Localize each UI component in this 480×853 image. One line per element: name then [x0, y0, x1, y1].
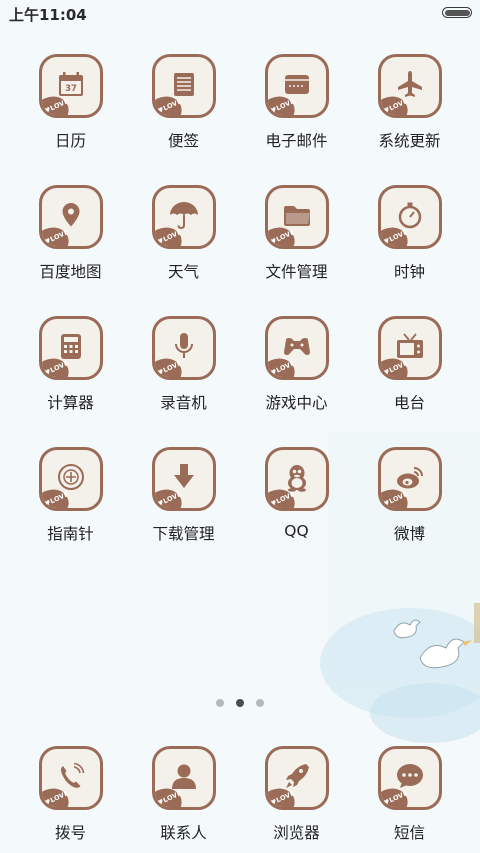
- radio-icon: [396, 333, 423, 358]
- weibo-icon: [396, 467, 423, 489]
- dock: ♥LOVE 拨号 ♥LOVE 联系人 ♥LOVE 浏览器 ♥LOVE 短信: [14, 742, 466, 843]
- calculator-icon: [60, 334, 81, 359]
- app-microphone[interactable]: ♥LOVE 录音机: [127, 312, 240, 443]
- status-bar: 上午11:04: [0, 0, 480, 28]
- app-radio[interactable]: ♥LOVE 电台: [353, 312, 466, 443]
- app-notes[interactable]: ♥LOVE 便签: [127, 50, 240, 181]
- app-label: 电台: [393, 394, 425, 412]
- page-dot[interactable]: [216, 699, 224, 707]
- app-label: 短信: [393, 824, 425, 842]
- app-weibo[interactable]: ♥LOVE 微博: [353, 443, 466, 574]
- app-icon-frame[interactable]: ♥LOVE: [38, 746, 103, 810]
- message-bubble-icon: [396, 764, 423, 788]
- status-time: 上午11:04: [9, 6, 87, 24]
- email-icon: [284, 75, 309, 94]
- battery-icon: [442, 7, 472, 18]
- app-label: 文件管理: [265, 263, 328, 281]
- notes-icon: [173, 73, 194, 96]
- folder-icon: [283, 206, 310, 226]
- gamepad-icon: [283, 338, 310, 355]
- app-icon-frame[interactable]: ♥LOVE: [151, 746, 216, 810]
- umbrella-icon: [169, 202, 198, 230]
- microphone-icon: [174, 333, 193, 358]
- app-icon-frame[interactable]: ♥LOVE: [264, 185, 329, 249]
- app-message-bubble[interactable]: ♥LOVE 短信: [353, 742, 466, 843]
- contact-icon: [171, 764, 196, 789]
- app-label: 拨号: [54, 824, 86, 842]
- app-contact[interactable]: ♥LOVE 联系人: [127, 742, 240, 843]
- page-dot[interactable]: [256, 699, 264, 707]
- phone-icon: [60, 762, 84, 788]
- app-icon-frame[interactable]: ♥LOVE: [151, 185, 216, 249]
- app-rocket[interactable]: ♥LOVE 浏览器: [240, 742, 353, 843]
- app-compass[interactable]: ♥LOVE 指南针: [14, 443, 127, 574]
- app-grid: 37 ♥LOVE 日历 ♥LOVE 便签 ♥LOVE 电子邮件 ♥LOVE 系统更新 ♥LOVE 百…: [14, 50, 466, 574]
- battery-fill: [444, 9, 470, 16]
- app-icon-frame[interactable]: ♥LOVE: [377, 316, 442, 380]
- page-dot-active[interactable]: [236, 699, 244, 707]
- app-label: 天气: [167, 263, 199, 281]
- app-calculator[interactable]: ♥LOVE 计算器: [14, 312, 127, 443]
- map-pin-icon: [62, 203, 79, 227]
- app-label: 电子邮件: [265, 132, 328, 150]
- app-stopwatch[interactable]: ♥LOVE 时钟: [353, 181, 466, 312]
- app-umbrella[interactable]: ♥LOVE 天气: [127, 181, 240, 312]
- app-airplane[interactable]: ♥LOVE 系统更新: [353, 50, 466, 181]
- svg-text:37: 37: [65, 84, 77, 94]
- app-label: 时钟: [393, 263, 425, 281]
- app-icon-frame[interactable]: ♥LOVE: [38, 447, 103, 511]
- app-icon-frame[interactable]: ♥LOVE: [151, 54, 216, 118]
- app-label: 计算器: [47, 394, 94, 412]
- app-icon-frame[interactable]: ♥LOVE: [264, 54, 329, 118]
- app-icon-frame[interactable]: ♥LOVE: [377, 185, 442, 249]
- app-icon-frame[interactable]: ♥LOVE: [151, 447, 216, 511]
- download-icon: [173, 464, 194, 488]
- app-icon-frame[interactable]: ♥LOVE: [38, 185, 103, 249]
- app-folder[interactable]: ♥LOVE 文件管理: [240, 181, 353, 312]
- app-icon-frame[interactable]: ♥LOVE: [264, 316, 329, 380]
- app-icon-frame[interactable]: ♥LOVE: [377, 54, 442, 118]
- app-qq-penguin[interactable]: ♥LOVE QQ: [240, 443, 353, 574]
- app-icon-frame[interactable]: ♥LOVE: [151, 316, 216, 380]
- rocket-icon: [285, 764, 309, 788]
- app-label: 指南针: [47, 525, 94, 543]
- app-label: 系统更新: [378, 132, 441, 150]
- app-email[interactable]: ♥LOVE 电子邮件: [240, 50, 353, 181]
- page-indicator: [0, 699, 480, 707]
- app-map-pin[interactable]: ♥LOVE 百度地图: [14, 181, 127, 312]
- app-gamepad[interactable]: ♥LOVE 游戏中心: [240, 312, 353, 443]
- app-label: QQ: [284, 522, 309, 540]
- app-label: 下载管理: [152, 525, 215, 543]
- airplane-icon: [397, 71, 422, 97]
- stopwatch-icon: [398, 202, 421, 229]
- app-icon-frame[interactable]: ♥LOVE: [264, 447, 329, 511]
- app-label: 日历: [54, 132, 86, 150]
- app-label: 联系人: [160, 824, 207, 842]
- app-label: 浏览器: [273, 824, 320, 842]
- app-icon-frame[interactable]: ♥LOVE: [377, 447, 442, 511]
- app-label: 微博: [393, 525, 425, 543]
- app-icon-frame[interactable]: ♥LOVE: [264, 746, 329, 810]
- app-icon-frame[interactable]: 37 ♥LOVE: [38, 54, 103, 118]
- app-label: 百度地图: [39, 263, 102, 281]
- app-icon-frame[interactable]: ♥LOVE: [377, 746, 442, 810]
- app-calendar[interactable]: 37 ♥LOVE 日历: [14, 50, 127, 181]
- compass-icon: [57, 464, 84, 490]
- app-phone[interactable]: ♥LOVE 拨号: [14, 742, 127, 843]
- qq-penguin-icon: [287, 465, 306, 492]
- app-label: 便签: [167, 132, 199, 150]
- calendar-icon: 37: [58, 72, 83, 96]
- app-label: 录音机: [160, 394, 207, 412]
- app-icon-frame[interactable]: ♥LOVE: [38, 316, 103, 380]
- app-download[interactable]: ♥LOVE 下载管理: [127, 443, 240, 574]
- app-label: 游戏中心: [265, 394, 328, 412]
